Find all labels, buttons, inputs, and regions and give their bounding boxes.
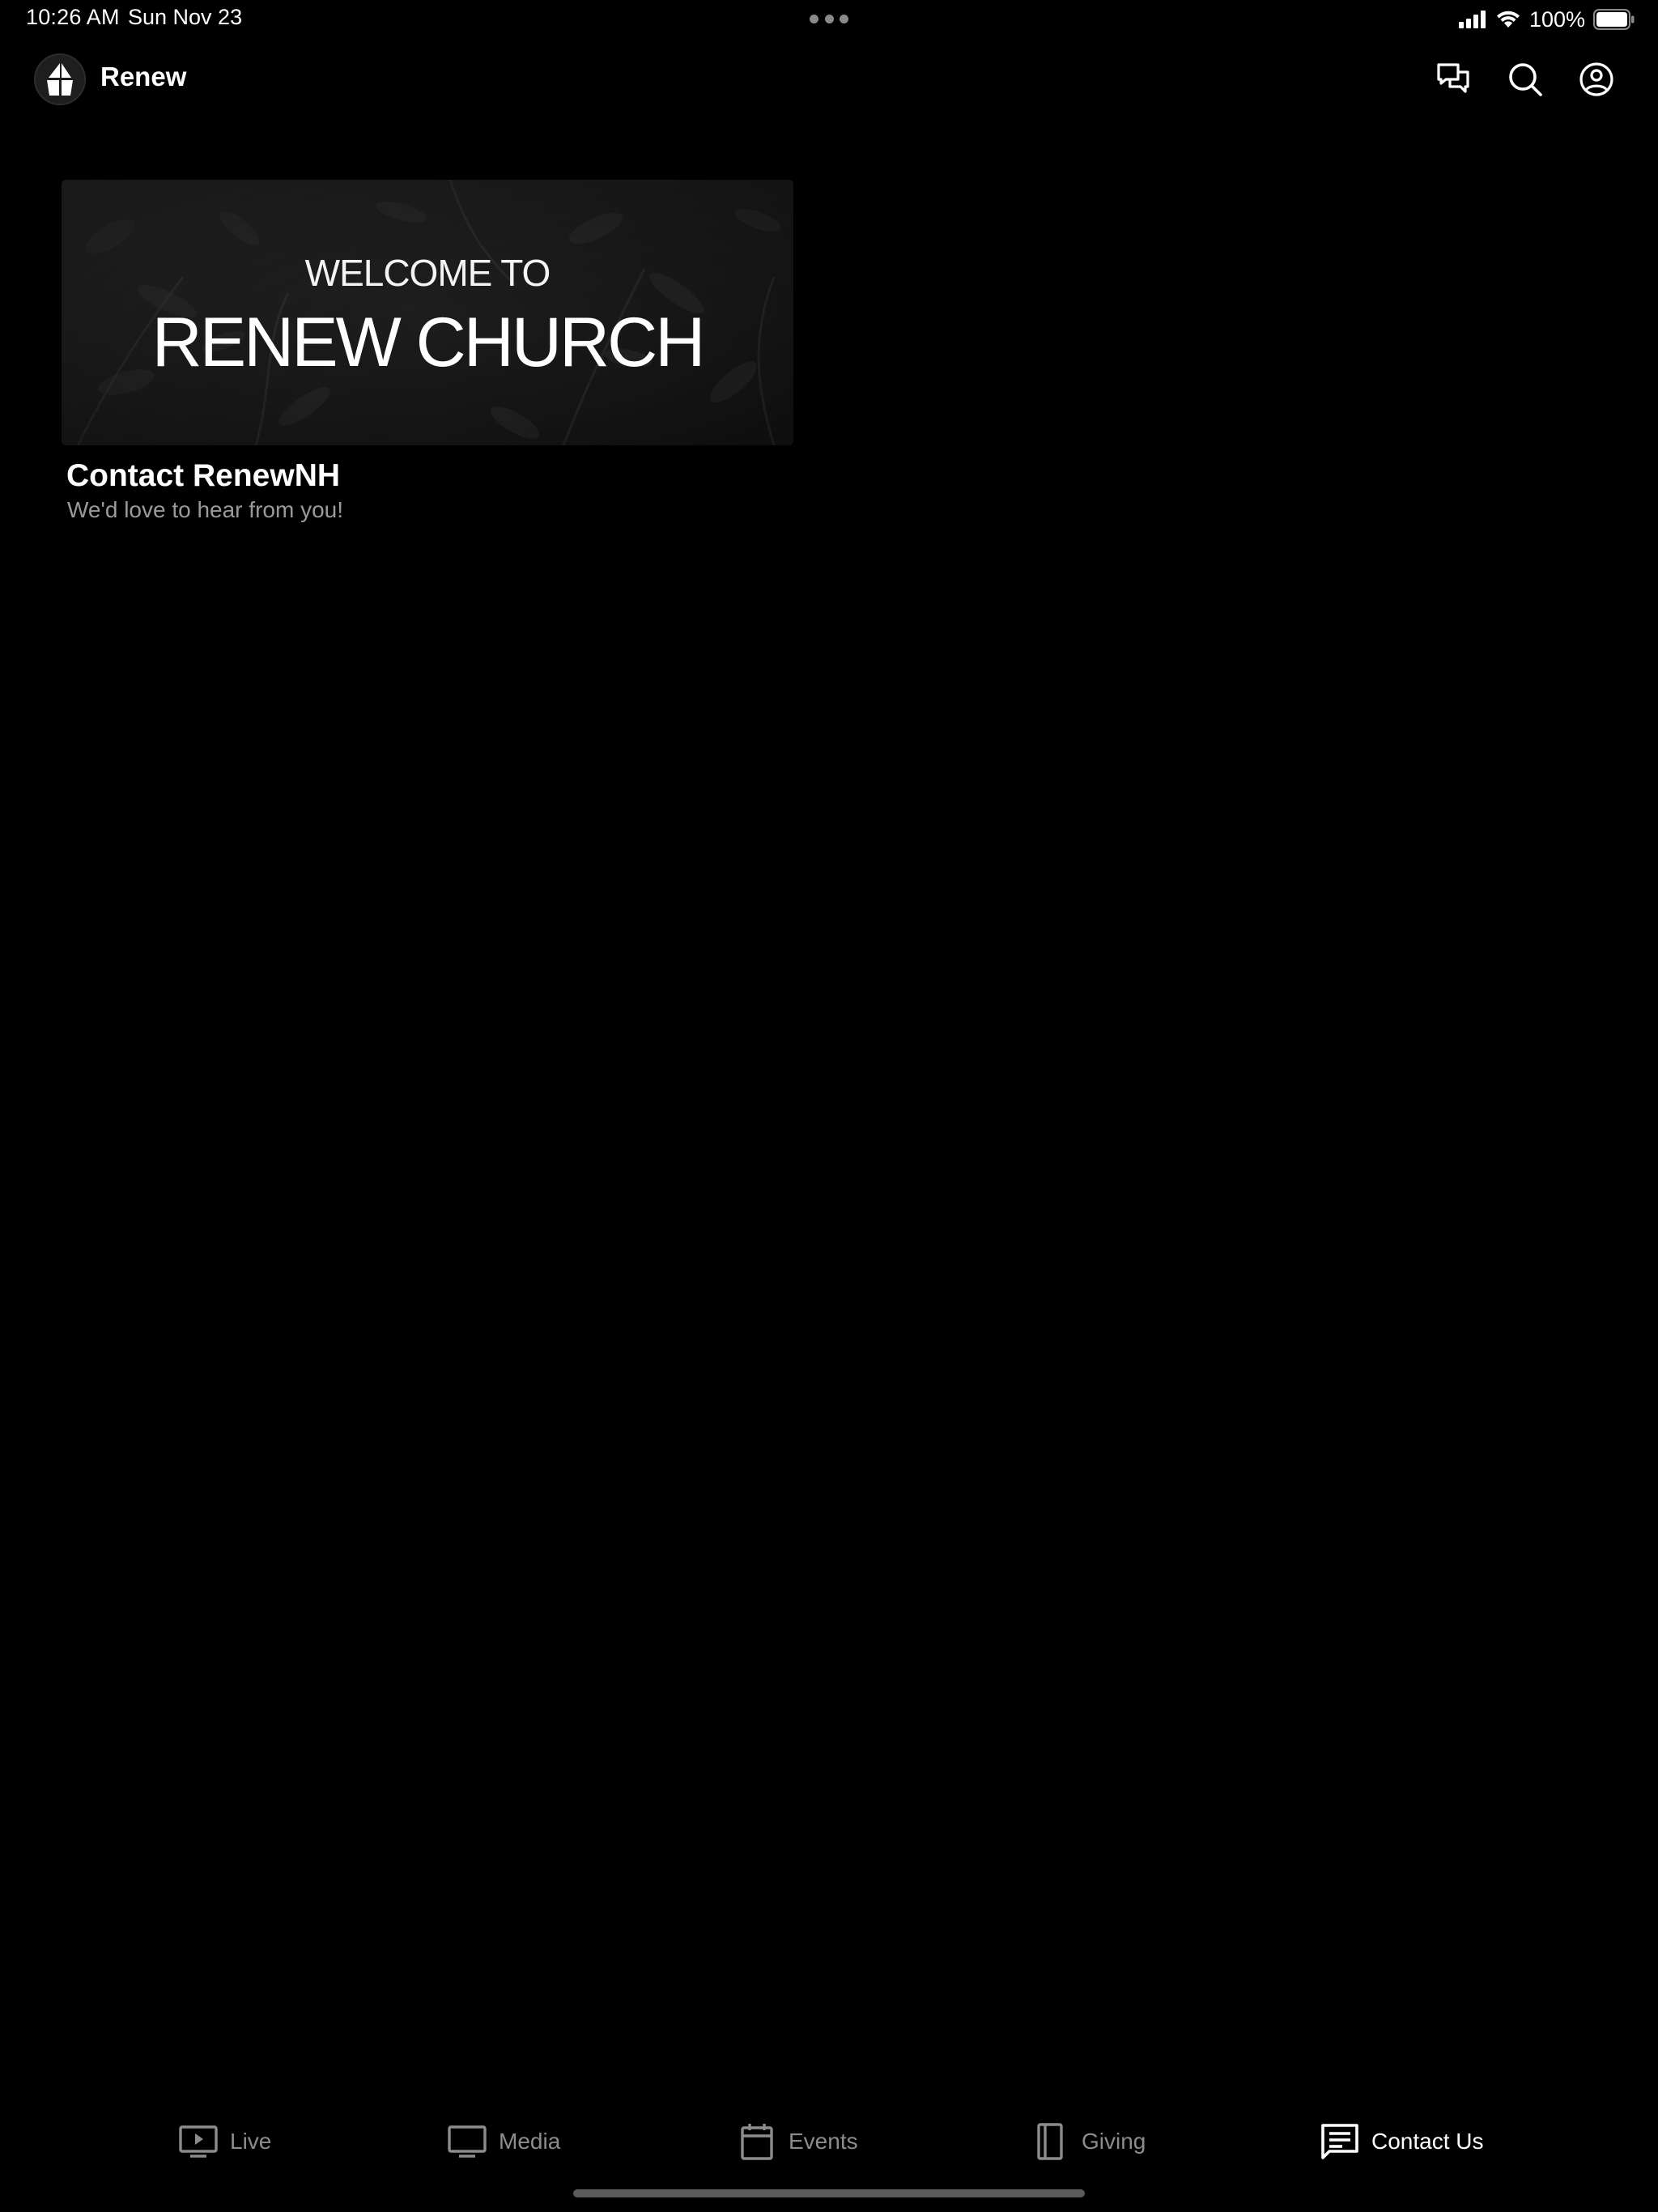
tab-live[interactable]: Live (178, 2113, 271, 2170)
tab-events-label: Events (789, 2129, 858, 2154)
app-name: Renew (100, 62, 187, 91)
message-icon (1321, 2124, 1358, 2159)
renew-logo-icon[interactable] (34, 53, 86, 105)
book-icon (1037, 2123, 1063, 2160)
bottom-tab-bar: Live Media Events Giving Contact Us (0, 2113, 1658, 2170)
status-date: Sun Nov 23 (128, 5, 243, 29)
status-bar: 10:26 AM Sun Nov 23 100% (0, 0, 1658, 39)
battery-icon (1593, 9, 1635, 30)
search-button[interactable] (1503, 57, 1548, 102)
tab-live-label: Live (230, 2129, 272, 2154)
account-button[interactable] (1574, 57, 1619, 102)
tab-giving-label: Giving (1082, 2129, 1146, 2154)
hero-church-name: RENEW CHURCH (151, 304, 706, 381)
tab-media-label: Media (499, 2129, 561, 2154)
tab-giving[interactable]: Giving (1030, 2113, 1146, 2170)
tab-events[interactable]: Events (737, 2113, 858, 2170)
multitasking-dots-icon[interactable] (810, 15, 848, 24)
tab-media[interactable]: Media (447, 2113, 560, 2170)
live-icon (179, 2125, 218, 2158)
account-icon (1579, 62, 1613, 96)
hero-welcome-text: WELCOME TO (304, 252, 551, 294)
chat-icon (1437, 63, 1469, 93)
chat-button[interactable] (1431, 57, 1477, 102)
calendar-icon (741, 2124, 773, 2160)
contact-hero-card[interactable]: WELCOME TO RENEW CHURCH (62, 180, 793, 445)
monitor-icon (448, 2125, 487, 2158)
status-indicators: 100% (1458, 6, 1635, 32)
status-time: 10:26 AM (26, 5, 120, 29)
tab-contact-us[interactable]: Contact Us (1320, 2113, 1484, 2170)
app-header: Renew (0, 49, 1658, 110)
search-icon (1509, 63, 1542, 96)
card-title[interactable]: Contact RenewNH (66, 458, 340, 494)
battery-percentage: 100% (1528, 6, 1585, 32)
home-indicator[interactable] (573, 2189, 1085, 2197)
card-subtitle: We'd love to hear from you! (67, 497, 343, 522)
tab-contact-us-label: Contact Us (1371, 2129, 1484, 2154)
wifi-icon (1496, 11, 1520, 28)
cellular-signal-icon (1458, 11, 1486, 28)
